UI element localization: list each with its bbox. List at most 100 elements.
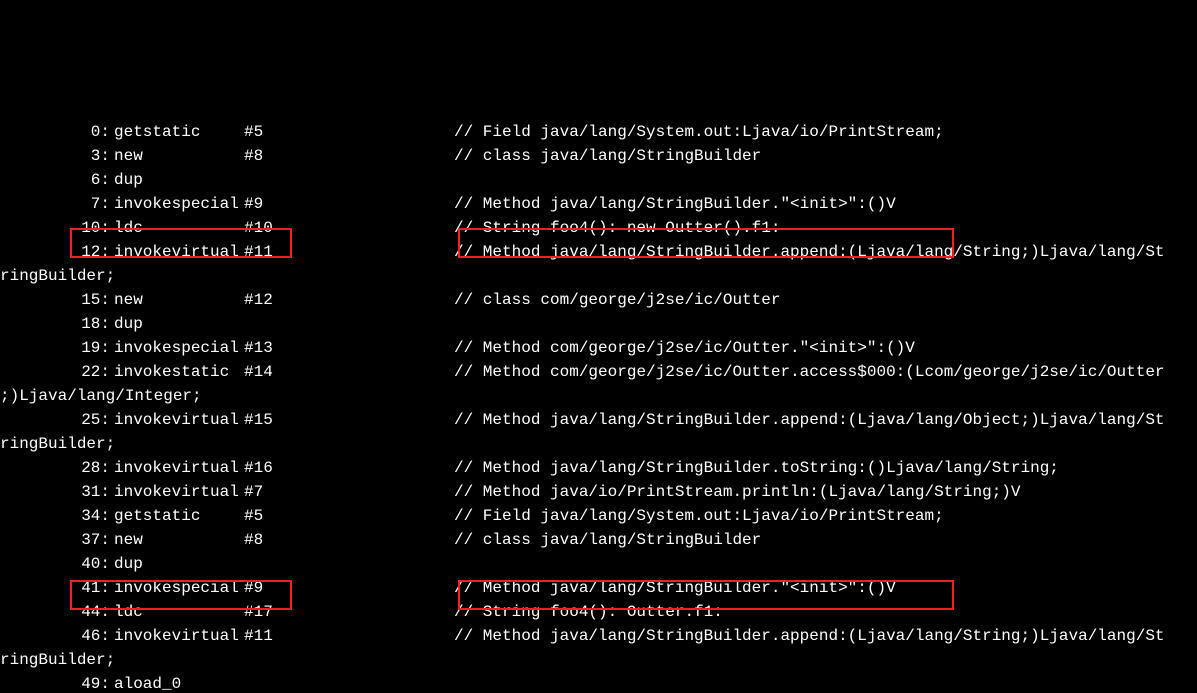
code-line-continuation: ;)Ljava/lang/Integer; <box>0 384 1197 408</box>
code-line: 28:invokevirtual#16// Method java/lang/S… <box>0 456 1197 480</box>
code-line: 0:getstatic#5// Field java/lang/System.o… <box>0 120 1197 144</box>
constant-ref <box>244 552 454 576</box>
opcode: new <box>114 144 244 168</box>
opcode: ldc <box>114 216 244 240</box>
constant-ref: #5 <box>244 504 454 528</box>
comment: // Method java/lang/StringBuilder.toStri… <box>454 456 1059 480</box>
constant-ref: #9 <box>244 192 454 216</box>
opcode: invokestatic <box>114 360 244 384</box>
comment: // Field java/lang/System.out:Ljava/io/P… <box>454 504 944 528</box>
offset: 49: <box>0 672 114 693</box>
code-line: 46:invokevirtual#11// Method java/lang/S… <box>0 624 1197 648</box>
opcode: getstatic <box>114 504 244 528</box>
constant-ref: #5 <box>244 120 454 144</box>
offset: 19: <box>0 336 114 360</box>
constant-ref: #7 <box>244 480 454 504</box>
code-line: 41:invokespecial#9// Method java/lang/St… <box>0 576 1197 600</box>
offset: 15: <box>0 288 114 312</box>
comment: // String foo4(): Outter.f1: <box>454 600 723 624</box>
opcode: dup <box>114 312 244 336</box>
code-line: 7:invokespecial#9// Method java/lang/Str… <box>0 192 1197 216</box>
opcode: invokespecial <box>114 576 244 600</box>
opcode: invokespecial <box>114 336 244 360</box>
opcode: invokevirtual <box>114 624 244 648</box>
offset: 3: <box>0 144 114 168</box>
offset: 44: <box>0 600 114 624</box>
constant-ref: #13 <box>244 336 454 360</box>
constant-ref: #11 <box>244 624 454 648</box>
comment: // Method java/lang/StringBuilder."<init… <box>454 192 896 216</box>
offset: 31: <box>0 480 114 504</box>
offset: 18: <box>0 312 114 336</box>
opcode: invokevirtual <box>114 408 244 432</box>
comment: // Method java/lang/StringBuilder.append… <box>454 240 1165 264</box>
offset: 10: <box>0 216 114 240</box>
opcode: aload_0 <box>114 672 244 693</box>
offset: 34: <box>0 504 114 528</box>
offset: 28: <box>0 456 114 480</box>
offset: 37: <box>0 528 114 552</box>
constant-ref: #9 <box>244 576 454 600</box>
opcode: dup <box>114 168 244 192</box>
code-line-continuation: ringBuilder; <box>0 264 1197 288</box>
code-line: 12:invokevirtual#11// Method java/lang/S… <box>0 240 1197 264</box>
opcode: new <box>114 528 244 552</box>
offset: 12: <box>0 240 114 264</box>
code-line-continuation: ringBuilder; <box>0 432 1197 456</box>
constant-ref: #8 <box>244 144 454 168</box>
comment: // Method com/george/j2se/ic/Outter."<in… <box>454 336 915 360</box>
constant-ref: #12 <box>244 288 454 312</box>
comment: // String foo4(): new Outter().f1: <box>454 216 780 240</box>
constant-ref <box>244 168 454 192</box>
code-line: 44:ldc#17// String foo4(): Outter.f1: <box>0 600 1197 624</box>
code-line: 49:aload_0 <box>0 672 1197 693</box>
constant-ref: #16 <box>244 456 454 480</box>
code-line: 3:new#8// class java/lang/StringBuilder <box>0 144 1197 168</box>
opcode: invokevirtual <box>114 480 244 504</box>
opcode: getstatic <box>114 120 244 144</box>
opcode: new <box>114 288 244 312</box>
comment: // Method java/io/PrintStream.println:(L… <box>454 480 1021 504</box>
code-line: 22:invokestatic#14// Method com/george/j… <box>0 360 1197 384</box>
opcode: invokespecial <box>114 192 244 216</box>
opcode: ldc <box>114 600 244 624</box>
constant-ref <box>244 672 454 693</box>
comment: // class java/lang/StringBuilder <box>454 144 761 168</box>
bytecode-listing: 0:getstatic#5// Field java/lang/System.o… <box>0 120 1197 693</box>
comment: // Field java/lang/System.out:Ljava/io/P… <box>454 120 944 144</box>
opcode: invokevirtual <box>114 456 244 480</box>
constant-ref <box>244 312 454 336</box>
offset: 25: <box>0 408 114 432</box>
comment: // Method java/lang/StringBuilder.append… <box>454 408 1165 432</box>
comment: // Method com/george/j2se/ic/Outter.acce… <box>454 360 1165 384</box>
offset: 41: <box>0 576 114 600</box>
code-line: 15:new#12// class com/george/j2se/ic/Out… <box>0 288 1197 312</box>
offset: 6: <box>0 168 114 192</box>
offset: 22: <box>0 360 114 384</box>
code-line: 6:dup <box>0 168 1197 192</box>
constant-ref: #8 <box>244 528 454 552</box>
code-line: 37:new#8// class java/lang/StringBuilder <box>0 528 1197 552</box>
comment: // Method java/lang/StringBuilder.append… <box>454 624 1165 648</box>
code-line: 10:ldc#10// String foo4(): new Outter().… <box>0 216 1197 240</box>
constant-ref: #10 <box>244 216 454 240</box>
constant-ref: #11 <box>244 240 454 264</box>
offset: 7: <box>0 192 114 216</box>
opcode: dup <box>114 552 244 576</box>
code-line: 19:invokespecial#13// Method com/george/… <box>0 336 1197 360</box>
code-line: 31:invokevirtual#7// Method java/io/Prin… <box>0 480 1197 504</box>
opcode: invokevirtual <box>114 240 244 264</box>
code-line: 40:dup <box>0 552 1197 576</box>
code-line: 25:invokevirtual#15// Method java/lang/S… <box>0 408 1197 432</box>
comment: // Method java/lang/StringBuilder."<init… <box>454 576 896 600</box>
comment: // class com/george/j2se/ic/Outter <box>454 288 780 312</box>
code-line: 34:getstatic#5// Field java/lang/System.… <box>0 504 1197 528</box>
code-line: 18:dup <box>0 312 1197 336</box>
constant-ref: #17 <box>244 600 454 624</box>
comment: // class java/lang/StringBuilder <box>454 528 761 552</box>
constant-ref: #14 <box>244 360 454 384</box>
constant-ref: #15 <box>244 408 454 432</box>
code-line-continuation: ringBuilder; <box>0 648 1197 672</box>
offset: 0: <box>0 120 114 144</box>
offset: 40: <box>0 552 114 576</box>
